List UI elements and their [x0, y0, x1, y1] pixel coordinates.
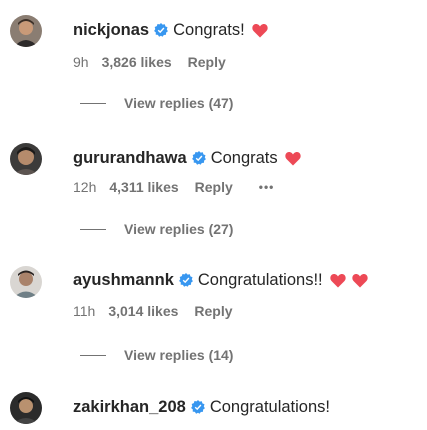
view-replies-button[interactable]: View replies (14) — [80, 346, 233, 364]
avatar[interactable] — [10, 266, 42, 298]
avatar-image — [10, 15, 42, 47]
more-options-icon[interactable]: ••• — [259, 178, 275, 196]
username[interactable]: ayushmannk — [73, 270, 174, 290]
red-heart-icon — [252, 23, 268, 38]
replies-divider — [80, 228, 106, 230]
verified-badge-icon — [178, 273, 193, 287]
avatar[interactable] — [10, 15, 42, 47]
replies-divider — [80, 354, 106, 356]
view-replies-label: View replies (14) — [124, 347, 234, 363]
comment-text: Congrats! — [173, 21, 245, 39]
comments-list: nickjonas Congrats! 9h 3,826 likes Reply… — [0, 0, 427, 430]
comment-text: Congratulations! — [209, 398, 330, 416]
verified-badge-icon — [154, 23, 169, 37]
avatar-image — [10, 143, 42, 175]
likes-count[interactable]: 3,826 likes — [102, 53, 172, 71]
view-replies-label: View replies (47) — [124, 95, 234, 111]
view-replies-label: View replies (27) — [124, 221, 234, 237]
likes-count[interactable]: 3,014 likes — [108, 302, 178, 320]
comment-time: 11h — [73, 303, 96, 319]
reply-button[interactable]: Reply — [188, 53, 226, 71]
username[interactable]: zakirkhan_208 — [73, 397, 186, 417]
username[interactable]: nickjonas — [73, 20, 149, 40]
replies-divider — [80, 102, 106, 104]
red-heart-icon — [284, 151, 301, 166]
comment-text: Congrats — [210, 149, 278, 167]
verified-badge-icon — [190, 400, 205, 414]
likes-count[interactable]: 4,311 likes — [109, 178, 178, 196]
reply-button[interactable]: Reply — [195, 178, 233, 196]
avatar-image — [10, 266, 42, 298]
avatar-image — [10, 392, 42, 424]
red-heart-icon — [329, 273, 346, 288]
red-heart-icon — [351, 273, 368, 288]
username[interactable]: gururandhawa — [73, 148, 187, 168]
comment-time: 12h — [73, 179, 97, 195]
verified-badge-icon — [191, 151, 206, 165]
avatar[interactable] — [10, 143, 42, 175]
view-replies-button[interactable]: View replies (47) — [80, 94, 233, 112]
comment-text: Congratulations!! — [197, 271, 323, 289]
reply-button[interactable]: Reply — [194, 302, 232, 320]
avatar[interactable] — [10, 392, 42, 424]
view-replies-button[interactable]: View replies (27) — [80, 220, 233, 238]
comment-time: 9h — [73, 54, 89, 70]
